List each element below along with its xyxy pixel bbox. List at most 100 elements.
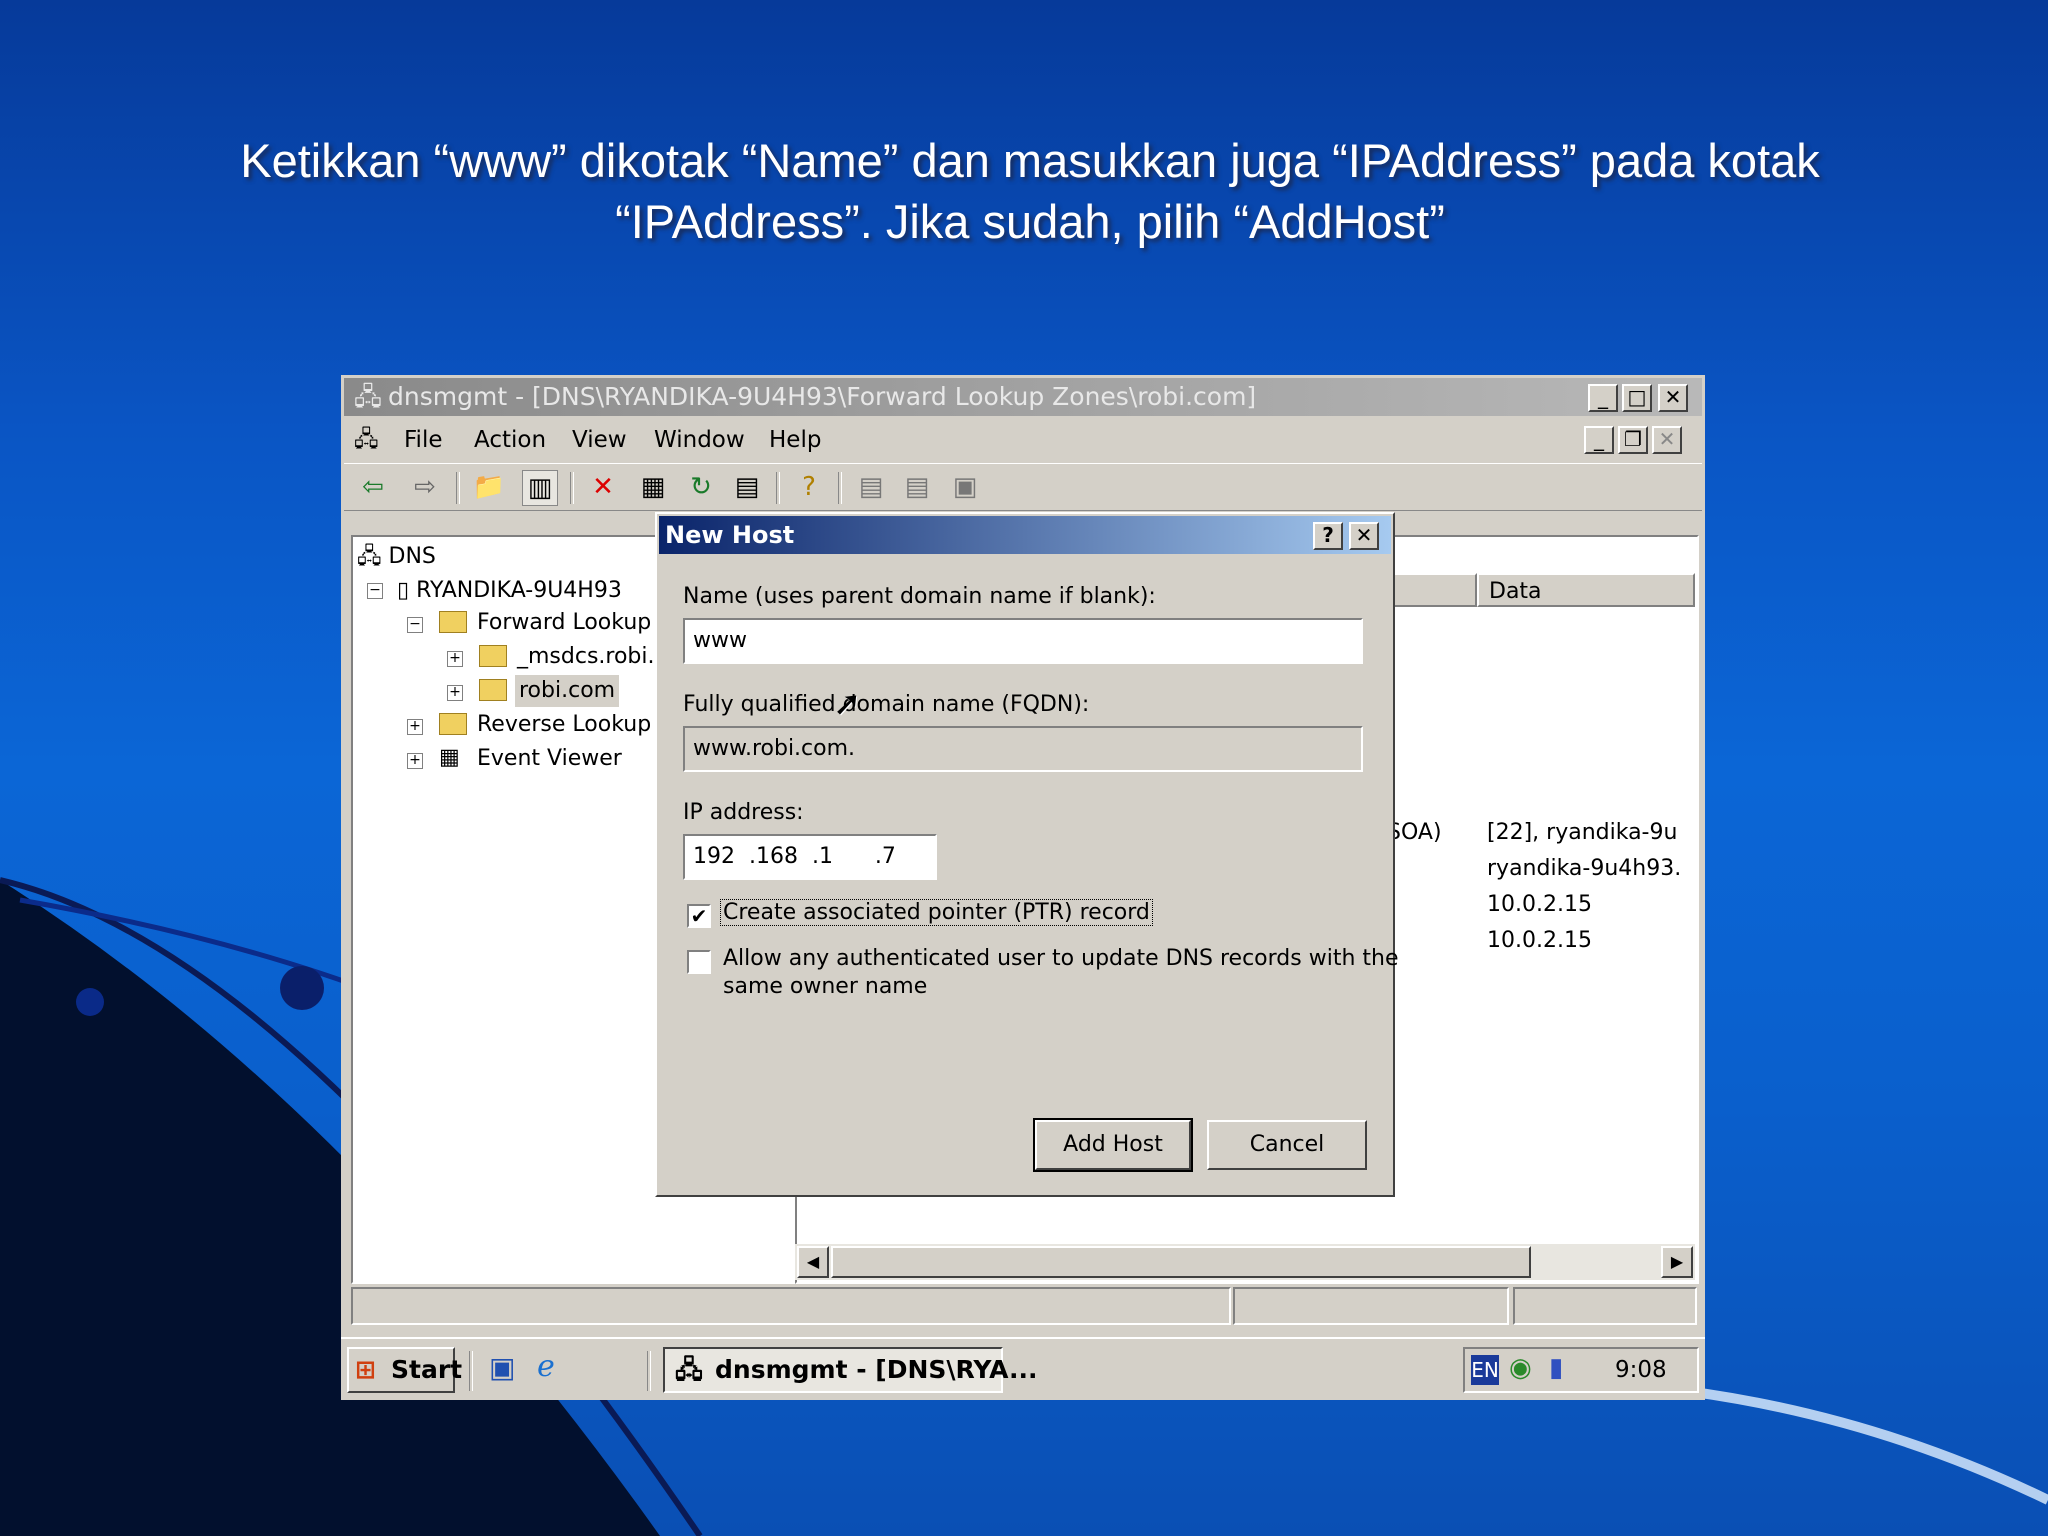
forward-icon[interactable]: ⇨ xyxy=(408,470,442,504)
menu-action[interactable]: Action xyxy=(474,420,546,460)
dialog-close-button[interactable]: ✕ xyxy=(1349,522,1379,550)
name-input[interactable]: www xyxy=(683,618,1363,664)
name-label: Name (uses parent domain name if blank): xyxy=(683,584,1156,609)
menu-window[interactable]: Window xyxy=(654,420,745,460)
expand-icon[interactable]: + xyxy=(447,685,463,701)
list-header-data[interactable]: Data xyxy=(1477,573,1695,607)
fqdn-label: Fully qualified domain name (FQDN): xyxy=(683,692,1090,717)
expand-icon[interactable]: + xyxy=(407,753,423,769)
status-bar-pane xyxy=(351,1287,1231,1325)
delete-icon[interactable]: ✕ xyxy=(586,470,620,504)
window-titlebar: 🖧 dnsmgmt - [DNS\RYANDIKA-9U4H93\Forward… xyxy=(344,378,1702,416)
list-cell-data: 10.0.2.15 xyxy=(1487,892,1592,917)
child-restore-button[interactable]: ❐ xyxy=(1618,426,1648,454)
close-button[interactable]: ✕ xyxy=(1658,384,1688,412)
tree-item-robi-com[interactable]: robi.com xyxy=(515,675,620,707)
taskbar: ⊞ Start ▣ ℯ 🖧 dnsmgmt - [DNS\RYA... EN ◉… xyxy=(341,1337,1705,1400)
tree-label: DNS xyxy=(388,544,436,569)
fqdn-field: www.robi.com. xyxy=(683,726,1363,772)
show-desktop-icon[interactable]: ▣ xyxy=(489,1351,515,1384)
tree-item-forward-lookup[interactable]: Forward Lookup Z xyxy=(477,607,673,639)
tree-item-msdcs[interactable]: _msdcs.robi.c xyxy=(517,641,667,673)
scroll-right-icon[interactable]: ▶ xyxy=(1661,1246,1693,1278)
menu-bar: 🖧 File Action View Window Help _ ❐ ✕ xyxy=(344,420,1702,460)
dialog-titlebar: New Host ? ✕ xyxy=(659,516,1391,554)
taskbar-separator xyxy=(647,1351,651,1391)
properties-icon[interactable]: ▦ xyxy=(636,470,670,504)
list-cell-data: ryandika-9u4h93. xyxy=(1487,856,1682,881)
dialog-title: New Host xyxy=(665,521,795,549)
ptr-checkbox[interactable]: ✔ xyxy=(687,904,711,928)
list-cell-type: SOA) xyxy=(1387,820,1442,845)
record-icon[interactable]: ▤ xyxy=(854,470,888,504)
menu-file[interactable]: File xyxy=(404,420,443,460)
start-button[interactable]: ⊞ Start xyxy=(347,1347,462,1393)
record-icon[interactable]: ▣ xyxy=(948,470,982,504)
folder-icon xyxy=(439,713,467,735)
collapse-icon[interactable]: − xyxy=(367,583,383,599)
menu-help[interactable]: Help xyxy=(769,420,821,460)
zone-folder-icon xyxy=(479,645,507,667)
toolbar-separator xyxy=(570,472,574,504)
refresh-icon[interactable]: ↻ xyxy=(684,470,718,504)
zone-folder-icon xyxy=(479,679,507,701)
taskbar-separator xyxy=(469,1351,473,1391)
back-icon[interactable]: ⇦ xyxy=(356,470,390,504)
cancel-button[interactable]: Cancel xyxy=(1207,1120,1367,1170)
child-close-button[interactable]: ✕ xyxy=(1652,426,1682,454)
tree-item-server[interactable]: ▯ RYANDIKA-9U4H93 xyxy=(397,575,622,607)
slide-caption: Ketikkan “www” dikotak “Name” dan masukk… xyxy=(120,130,1940,252)
ip-label: IP address: xyxy=(683,800,804,825)
caption-line-1: Ketikkan “www” dikotak “Name” dan masukk… xyxy=(240,134,1820,187)
tree-item-reverse-lookup[interactable]: Reverse Lookup Z xyxy=(477,709,673,741)
event-viewer-icon: ▦ xyxy=(439,745,460,770)
child-minimize-button[interactable]: _ xyxy=(1584,426,1614,454)
menu-view[interactable]: View xyxy=(572,420,627,460)
taskbar-dnsmgmt-button[interactable]: 🖧 dnsmgmt - [DNS\RYA... xyxy=(663,1347,1037,1393)
clock: 9:08 xyxy=(1615,1357,1667,1383)
scroll-left-icon[interactable]: ◀ xyxy=(797,1246,829,1278)
help-icon[interactable]: ? xyxy=(792,470,826,504)
taskbar-task-label: dnsmgmt - [DNS\RYA... xyxy=(715,1355,1038,1384)
toolbar: ⇦ ⇨ 📁 ▥ ✕ ▦ ↻ ▤ ? ▤ ▤ ▣ xyxy=(344,463,1702,511)
new-host-dialog: New Host ? ✕ Name (uses parent domain na… xyxy=(655,512,1399,1197)
help-button[interactable]: ? xyxy=(1313,522,1343,550)
toolbar-separator xyxy=(456,472,460,504)
maximize-button[interactable]: □ xyxy=(1622,384,1652,412)
tree-item-event-viewer[interactable]: Event Viewer xyxy=(477,743,622,775)
horizontal-scrollbar[interactable]: ◀ ▶ xyxy=(795,1244,1695,1280)
expand-icon[interactable]: + xyxy=(407,719,423,735)
show-tree-icon[interactable]: ▥ xyxy=(522,470,558,506)
collapse-icon[interactable]: − xyxy=(407,617,423,633)
export-list-icon[interactable]: ▤ xyxy=(730,470,764,504)
toolbar-separator xyxy=(776,472,780,504)
internet-explorer-icon[interactable]: ℯ xyxy=(537,1349,555,1384)
ip-address-input[interactable]: 192 .168 .1 .7 xyxy=(683,834,937,880)
expand-icon[interactable]: + xyxy=(447,651,463,667)
mmc-icon: 🖧 xyxy=(354,427,379,452)
scroll-thumb[interactable] xyxy=(831,1246,1531,1278)
language-indicator[interactable]: EN xyxy=(1471,1355,1499,1385)
minimize-button[interactable]: _ xyxy=(1588,384,1618,412)
record-icon[interactable]: ▤ xyxy=(900,470,934,504)
allow-update-label-line2[interactable]: same owner name xyxy=(723,974,927,999)
list-cell-data: 10.0.2.15 xyxy=(1487,928,1592,953)
safely-remove-icon[interactable]: ▮ xyxy=(1549,1353,1563,1383)
dns-app-icon: 🖧 xyxy=(354,382,382,411)
network-icon[interactable]: ◉ xyxy=(1509,1353,1532,1383)
server-icon: ▯ xyxy=(397,578,410,603)
status-bar-pane xyxy=(1513,1287,1697,1325)
status-bar-pane xyxy=(1233,1287,1509,1325)
windows-logo-icon: ⊞ xyxy=(355,1355,376,1384)
add-host-button[interactable]: Add Host xyxy=(1033,1118,1193,1172)
tree-label: RYANDIKA-9U4H93 xyxy=(416,578,622,603)
up-folder-icon[interactable]: 📁 xyxy=(472,470,506,504)
start-label: Start xyxy=(391,1355,463,1384)
ptr-label[interactable]: Create associated pointer (PTR) record xyxy=(720,899,1153,926)
allow-update-label-line1[interactable]: Allow any authenticated user to update D… xyxy=(723,946,1399,971)
allow-update-checkbox[interactable] xyxy=(687,950,711,974)
system-tray: EN ◉ ▮ 9:08 xyxy=(1463,1347,1699,1393)
folder-icon xyxy=(439,611,467,633)
dns-icon: 🖧 xyxy=(357,544,382,569)
tree-item-dns[interactable]: 🖧 DNS xyxy=(357,541,436,573)
